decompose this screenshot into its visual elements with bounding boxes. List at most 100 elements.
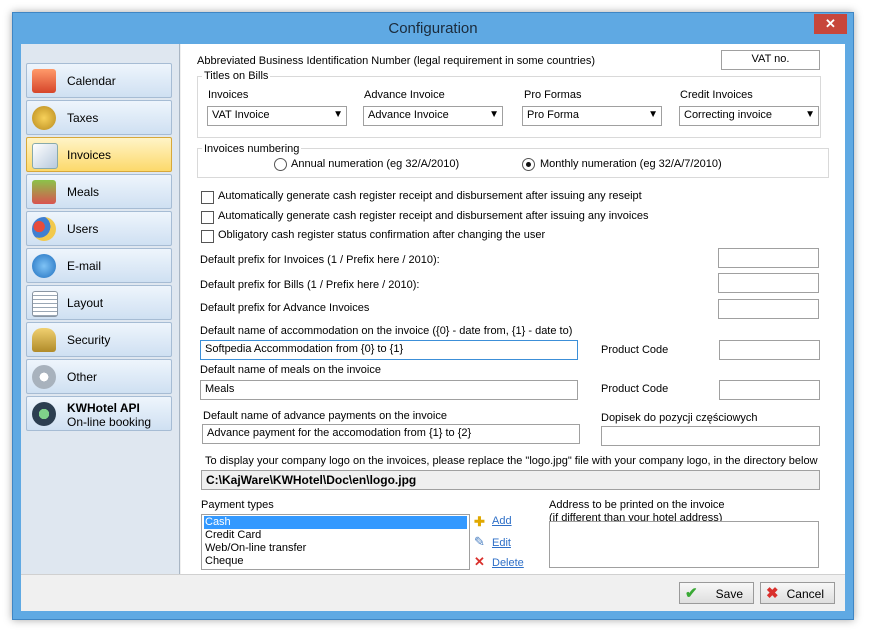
credit-title-value: Correcting invoice (684, 109, 773, 121)
gear-icon (32, 365, 56, 389)
proforma-title-select[interactable]: Pro Forma ▼ (522, 106, 662, 126)
auto-receipt-checkbox[interactable] (201, 191, 214, 204)
delete-payment-link[interactable]: Delete (492, 557, 524, 569)
credit-title-select[interactable]: Correcting invoice ▼ (679, 106, 819, 126)
logo-note: To display your company logo on the invo… (205, 455, 818, 467)
advance-title-value: Advance Invoice (368, 109, 449, 121)
list-item[interactable]: Cheque (204, 555, 467, 568)
address-textarea[interactable] (549, 521, 819, 568)
chevron-down-icon: ▼ (333, 109, 343, 120)
accommodation-product-code-input[interactable] (719, 340, 820, 360)
proforma-title-value: Pro Forma (527, 109, 579, 121)
meals-input[interactable]: Meals (200, 380, 578, 400)
address-label: Address to be printed on the invoice (549, 499, 725, 511)
meals-product-code-label: Product Code (601, 383, 669, 395)
add-payment-link[interactable]: Add (492, 515, 512, 527)
sidebar-item-label: Taxes (67, 111, 99, 125)
sidebar-item-label: Security (67, 333, 111, 347)
email-icon (32, 254, 56, 278)
monthly-label: Monthly numeration (eg 32/A/7/2010) (540, 158, 722, 170)
coins-icon (32, 106, 56, 130)
sidebar-item-label: Layout (67, 296, 104, 310)
accommodation-input[interactable]: Softpedia Accommodation from {0} to {1} (200, 340, 578, 360)
logo-path: C:\KajWare\KWHotel\Doc\en\logo.jpg (201, 470, 820, 490)
dopisek-label: Dopisek do pozycji częściowych (601, 412, 758, 424)
payment-types-list[interactable]: Cash Credit Card Web/On-line transfer Ch… (201, 514, 470, 570)
prefix-bills-label: Default prefix for Bills (1 / Prefix her… (200, 279, 420, 291)
auto-receipt-label: Automatically generate cash register rec… (218, 190, 642, 202)
window-title: Configuration (388, 20, 478, 37)
advance-title-select[interactable]: Advance Invoice ▼ (363, 106, 503, 126)
annual-radio[interactable] (274, 158, 287, 171)
invoices-title-select[interactable]: VAT Invoice ▼ (207, 106, 347, 126)
prefix-bills-input[interactable] (718, 273, 819, 293)
sidebar-item-calendar[interactable]: Calendar (26, 63, 172, 98)
credit-title-label: Credit Invoices (680, 89, 753, 101)
layout-icon (32, 291, 58, 317)
cash-status-label: Obligatory cash register status confirma… (218, 229, 546, 241)
meals-icon (32, 180, 56, 204)
api-subtitle: On-line booking (67, 415, 152, 429)
chevron-down-icon: ▼ (648, 109, 658, 120)
sidebar-item-label: Users (67, 222, 99, 236)
sidebar-item-label: Invoices (67, 148, 112, 162)
check-icon: ✔ (685, 585, 698, 602)
prefix-advance-label: Default prefix for Advance Invoices (200, 302, 370, 314)
delete-icon: ✕ (474, 554, 485, 569)
invoice-icon (32, 143, 58, 169)
api-icon (32, 402, 56, 426)
title-bar: Configuration ✕ (13, 13, 853, 43)
sidebar-item-taxes[interactable]: Taxes (26, 100, 172, 135)
sidebar-item-invoices[interactable]: Invoices (26, 137, 172, 172)
sidebar-item-label: Other (67, 370, 98, 384)
edit-payment-link[interactable]: Edit (492, 537, 511, 549)
sidebar-item-email[interactable]: E-mail (26, 248, 172, 283)
annual-label: Annual numeration (eg 32/A/2010) (291, 158, 460, 170)
close-button[interactable]: ✕ (814, 14, 847, 34)
advance-title-label: Advance Invoice (364, 89, 445, 101)
meals-product-code-input[interactable] (719, 380, 820, 400)
sidebar-item-layout[interactable]: Layout (26, 285, 172, 320)
sidebar-item-other[interactable]: Other (26, 359, 172, 394)
list-item[interactable]: Credit Card (204, 529, 467, 542)
advance-payment-label: Default name of advance payments on the … (203, 410, 447, 422)
sidebar-item-label: Meals (67, 185, 100, 199)
cancel-button[interactable]: ✖ Cancel (760, 582, 835, 604)
accommodation-product-code-label: Product Code (601, 344, 669, 356)
auto-invoice-label: Automatically generate cash register rec… (218, 210, 649, 222)
dopisek-input[interactable] (601, 426, 820, 446)
sidebar-item-users[interactable]: Users (26, 211, 172, 246)
cash-status-checkbox[interactable] (201, 230, 214, 243)
business-id-label: Abbreviated Business Identification Numb… (197, 55, 596, 67)
titles-on-bills-group: Titles on Bills Invoices VAT Invoice ▼ Ad… (197, 70, 821, 138)
cancel-icon: ✖ (766, 585, 779, 602)
accommodation-label: Default name of accommodation on the inv… (200, 325, 573, 337)
prefix-invoices-input[interactable] (718, 248, 819, 268)
numbering-legend: Invoices numbering (202, 143, 302, 155)
sidebar-item-meals[interactable]: Meals (26, 174, 172, 209)
list-item[interactable]: Web/On-line transfer (204, 542, 467, 555)
add-icon: ✚ (474, 514, 485, 529)
payment-types-label: Payment types (201, 499, 274, 511)
sidebar-item-label: E-mail (67, 259, 102, 273)
proforma-title-label: Pro Formas (524, 89, 582, 101)
sidebar-item-kwhotel-api[interactable]: KWHotel API On-line booking (26, 396, 172, 431)
list-item[interactable]: Cash (204, 516, 467, 529)
advance-payment-input[interactable]: Advance payment for the accomodation fro… (202, 424, 580, 444)
save-button[interactable]: ✔ Save (679, 582, 754, 604)
prefix-advance-input[interactable] (718, 299, 819, 319)
sidebar-item-security[interactable]: Security (26, 322, 172, 357)
monthly-radio[interactable] (522, 158, 535, 171)
prefix-invoices-label: Default prefix for Invoices (1 / Prefix … (200, 254, 440, 266)
business-id-input[interactable]: VAT no. (721, 50, 820, 70)
cancel-button-label: Cancel (786, 587, 824, 601)
edit-icon: ✎ (474, 534, 485, 549)
users-icon (32, 217, 56, 241)
auto-invoice-checkbox[interactable] (201, 211, 214, 224)
save-button-label: Save (715, 587, 743, 601)
sidebar: Calendar Taxes Invoices Meals Users E-ma… (21, 44, 180, 574)
api-label: KWHotel API On-line booking (67, 401, 151, 429)
numbering-group: Invoices numbering Annual numeration (eg… (197, 143, 829, 178)
chevron-down-icon: ▼ (489, 109, 499, 120)
lock-icon (32, 328, 56, 352)
